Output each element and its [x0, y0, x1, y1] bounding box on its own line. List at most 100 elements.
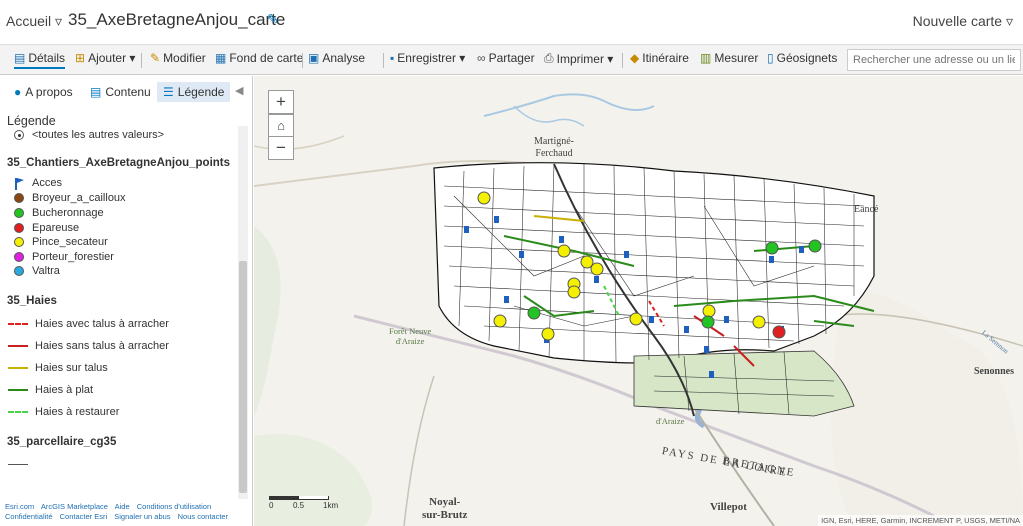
tab-about[interactable]: ● A propos	[14, 85, 73, 99]
collapse-panel-icon[interactable]: ◀	[235, 84, 243, 97]
label-senonnes: Senonnes	[974, 366, 1015, 377]
legend-item: Acces	[13, 177, 62, 190]
legend-item-other-values: <toutes les autres valeurs>	[13, 129, 164, 141]
layer-title: 35_Haies	[7, 295, 57, 307]
legend-item: Bucheronnage	[13, 207, 104, 219]
legend-item: Pince_secateur	[13, 236, 108, 248]
yellow-dot-icon	[14, 237, 24, 247]
layer-title: 35_parcellaire_cg35	[7, 436, 117, 448]
magenta-dot-icon	[14, 252, 24, 262]
footer-link[interactable]: ArcGIS Marketplace	[41, 502, 108, 511]
details-icon: ▤	[14, 51, 26, 65]
red-dot-icon	[14, 223, 24, 233]
legend: Légende <toutes les autres valeurs> 35_C…	[0, 114, 237, 499]
home-view-button[interactable]: ⌂	[268, 114, 294, 138]
footer-link[interactable]: Conditions d'utilisation	[137, 502, 211, 511]
link-icon: ∞	[477, 51, 486, 65]
tab-legend[interactable]: ☰ Légende	[157, 82, 231, 102]
legend-icon: ☰	[163, 85, 174, 99]
light-green-dashed-line-icon	[8, 411, 28, 413]
side-panel: ● A propos ▤ Contenu ☰ Légende ◀ Légende…	[0, 76, 253, 526]
ruler-icon: ▥	[700, 51, 712, 65]
footer-link[interactable]: Signaler un abus	[114, 512, 170, 521]
title-bar: Accueil ▿ 35_AxeBretagneAnjou_carte ✎ No…	[0, 0, 1023, 44]
layer-title: 35_Chantiers_AxeBretagneAnjou_points	[7, 157, 231, 169]
info-icon: ●	[14, 85, 22, 99]
scale-bar-graphic	[269, 496, 329, 500]
legend-item: Epareuse	[13, 222, 79, 234]
label-villepot: Villepot	[710, 501, 747, 513]
gray-line-icon	[8, 464, 28, 465]
label-araize: d'Araize	[656, 416, 685, 426]
brown-dot-icon	[14, 193, 24, 203]
legend-item: Haies avec talus à arracher	[8, 318, 169, 330]
legend-item: Valtra	[13, 265, 60, 277]
toolbar-separator	[302, 53, 303, 68]
new-map-menu[interactable]: Nouvelle carte ▿	[913, 13, 1013, 30]
basemap-button[interactable]: ▦ Fond de carte	[215, 51, 303, 65]
add-icon: ⊞	[75, 51, 86, 65]
modify-button[interactable]: ✎ Modifier	[150, 51, 206, 65]
footer-link[interactable]: Aide	[115, 502, 130, 511]
map-canvas[interactable]	[254, 76, 1023, 526]
search-input[interactable]	[847, 49, 1021, 71]
toolbar: ▤ Détails ⊞ Ajouter ▾ ✎ Modifier ▦ Fond …	[0, 44, 1023, 75]
panel-footer: Esri.com ArcGIS Marketplace Aide Conditi…	[0, 500, 253, 526]
other-values-icon	[13, 129, 25, 141]
bookmark-icon: ▯	[767, 51, 774, 65]
blue-flag-icon	[13, 177, 25, 190]
toolbar-separator	[383, 53, 384, 68]
toolbar-separator	[622, 53, 623, 68]
legend-title: Légende	[7, 114, 56, 128]
analysis-icon: ▣	[308, 51, 320, 65]
edit-pencil-icon[interactable]: ✎	[267, 11, 279, 28]
footer-link[interactable]: Nous contacter	[178, 512, 228, 521]
label-noyal: Noyal- sur-Brutz	[422, 496, 468, 521]
map-view[interactable]: + ⌂ − Martigné- Ferchaud Eancé Forêt Neu…	[254, 76, 1023, 526]
save-button[interactable]: ▪ Enregistrer ▾	[390, 51, 465, 65]
bookmarks-button[interactable]: ▯ Géosignets	[767, 51, 837, 65]
measure-button[interactable]: ▥ Mesurer	[700, 51, 758, 65]
tab-content[interactable]: ▤ Contenu	[90, 85, 151, 99]
scrollbar-thumb[interactable]	[239, 261, 247, 493]
red-dashed-line-icon	[8, 323, 28, 325]
label-eance: Eancé	[854, 204, 879, 215]
analysis-button[interactable]: ▣ Analyse	[308, 51, 365, 65]
red-line-icon	[8, 345, 28, 347]
footer-link[interactable]: Esri.com	[5, 502, 34, 511]
share-button[interactable]: ∞ Partager	[477, 51, 535, 65]
label-foret-neuve: Forêt Neuve d'Araize	[389, 326, 432, 346]
map-title: 35_AxeBretagneAnjou_carte	[68, 10, 286, 29]
legend-item: Porteur_forestier	[13, 251, 114, 263]
pencil-icon: ✎	[150, 51, 161, 65]
toolbar-separator	[141, 53, 142, 68]
legend-item: Haies sur talus	[8, 362, 108, 374]
route-button[interactable]: ◆ Itinéraire	[630, 51, 689, 65]
add-button[interactable]: ⊞ Ajouter ▾	[75, 51, 135, 65]
print-button[interactable]: ⎙ Imprimer ▾	[544, 51, 613, 66]
footer-link[interactable]: Confidentialité	[5, 512, 53, 521]
legend-scrollbar[interactable]	[238, 126, 248, 499]
printer-icon: ⎙	[544, 51, 554, 65]
label-martigne: Martigné- Ferchaud	[534, 136, 574, 159]
details-button[interactable]: ▤ Détails	[14, 51, 66, 69]
footer-link[interactable]: Contacter Esri	[60, 512, 108, 521]
content-icon: ▤	[90, 85, 102, 99]
save-icon: ▪	[390, 51, 395, 65]
basemap-icon: ▦	[215, 51, 227, 65]
home-menu[interactable]: Accueil ▿	[6, 13, 62, 30]
home-icon: ⌂	[277, 118, 285, 133]
map-attribution: IGN, Esri, HERE, Garmin, INCREMENT P, US…	[818, 515, 1023, 526]
panel-tabs: ● A propos ▤ Contenu ☰ Légende ◀	[0, 76, 253, 110]
scale-bar: 0 0.5 1km	[269, 496, 338, 510]
route-icon: ◆	[630, 51, 640, 65]
legend-item: Haies sans talus à arracher	[8, 340, 169, 352]
zoom-in-button[interactable]: +	[268, 90, 294, 114]
zoom-out-button[interactable]: −	[268, 136, 294, 160]
legend-item: Haies à restaurer	[8, 406, 119, 418]
green-line-icon	[8, 389, 28, 391]
legend-item	[8, 464, 35, 465]
legend-item: Broyeur_a_cailloux	[13, 192, 126, 204]
cyan-dot-icon	[14, 266, 24, 276]
green-dot-icon	[14, 208, 24, 218]
